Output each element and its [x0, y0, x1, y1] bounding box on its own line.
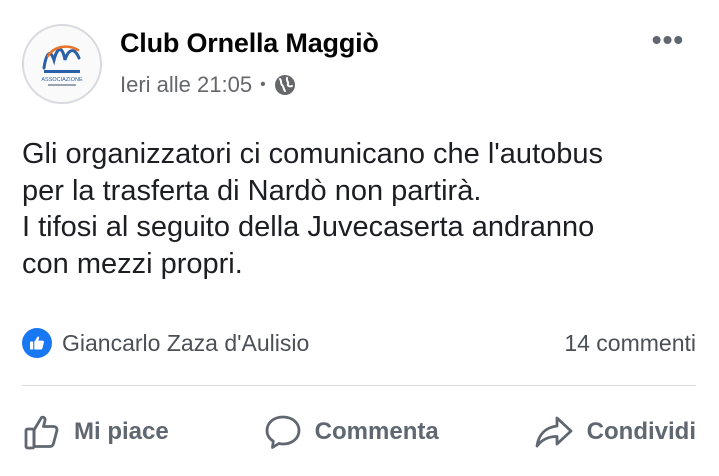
post-text-line: con mezzi propri. — [22, 247, 243, 280]
share-button-label: Condividi — [586, 418, 696, 445]
comment-count-link[interactable]: 14 commenti — [564, 330, 696, 357]
like-button[interactable]: Mi piace — [22, 412, 169, 452]
page-avatar[interactable]: ASSOCIAZIONE — [22, 24, 102, 104]
page-name-link[interactable]: Club Ornella Maggiò — [120, 28, 379, 59]
club-logo: ASSOCIAZIONE — [41, 45, 83, 86]
post-text-line: Gli organizzatori ci comunicano che l'au… — [22, 138, 604, 170]
post-text-line: per la trasferta di Nardò non partirà. — [22, 174, 482, 207]
facebook-post: ASSOCIAZIONE Club Ornella Maggiò Ieri al… — [0, 0, 719, 476]
action-bar: Mi piace Commenta Condividi — [22, 404, 696, 460]
reactions-bar: Giancarlo Zaza d'Aulisio 14 commenti — [22, 326, 696, 360]
globe-icon[interactable] — [274, 74, 296, 96]
reactions-summary[interactable]: Giancarlo Zaza d'Aulisio — [22, 328, 309, 358]
comment-icon — [265, 415, 301, 449]
more-options-button[interactable]: ••• — [648, 22, 688, 58]
post-text-line: I tifosi al seguito della Juvecaserta an… — [22, 211, 595, 243]
comment-button-label: Commenta — [314, 418, 439, 445]
thumbs-up-icon — [24, 415, 59, 450]
svg-text:ASSOCIAZIONE: ASSOCIAZIONE — [41, 77, 83, 83]
post-timestamp[interactable]: Ieri alle 21:05 — [120, 72, 252, 98]
share-arrow-icon — [535, 416, 573, 448]
like-button-label: Mi piace — [74, 418, 169, 445]
divider — [22, 385, 696, 386]
post-meta: Ieri alle 21:05 • — [120, 72, 296, 98]
reactor-name[interactable]: Giancarlo Zaza d'Aulisio — [62, 330, 309, 357]
comment-button[interactable]: Commenta — [263, 412, 439, 452]
share-button[interactable]: Condividi — [533, 412, 696, 452]
like-reaction-icon — [22, 328, 52, 358]
post-message: Gli organizzatori ci comunicano che l'au… — [22, 136, 702, 282]
meta-separator: • — [260, 76, 266, 93]
